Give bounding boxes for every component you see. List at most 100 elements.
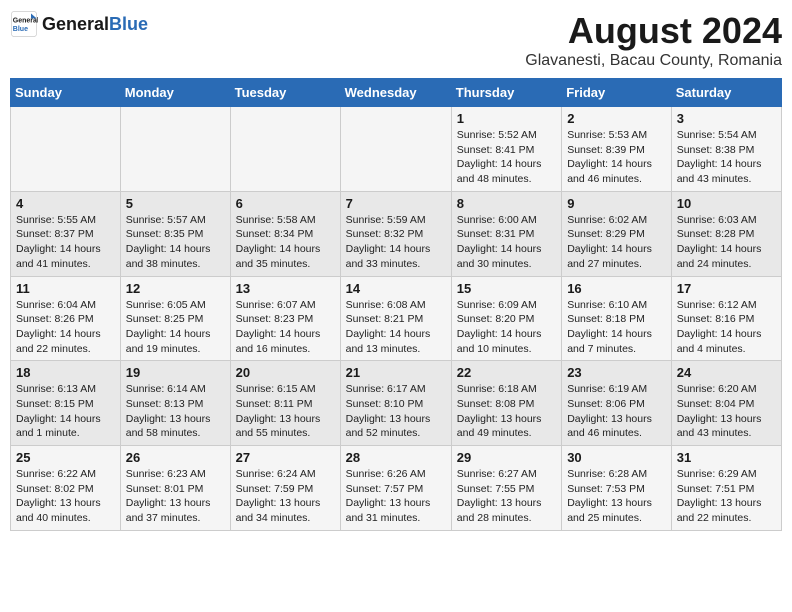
- day-number: 31: [677, 450, 776, 465]
- day-info: Sunrise: 6:24 AM Sunset: 7:59 PM Dayligh…: [236, 468, 321, 524]
- calendar-cell: 7Sunrise: 5:59 AM Sunset: 8:32 PM Daylig…: [340, 191, 451, 276]
- col-header-sunday: Sunday: [11, 79, 121, 107]
- day-info: Sunrise: 6:28 AM Sunset: 7:53 PM Dayligh…: [567, 468, 652, 524]
- calendar-cell: 14 Sunrise: 6:08 AM Sunset: 8:21 PM Dayli…: [340, 276, 451, 361]
- day-info: Sunrise: 6:17 AM Sunset: 8:10 PM Dayligh…: [346, 383, 431, 439]
- calendar-cell: 31 Sunrise: 6:29 AM Sunset: 7:51 PM Dayli…: [671, 446, 781, 531]
- calendar-cell: 25 Sunrise: 6:22 AM Sunset: 8:02 PM Dayli…: [11, 446, 121, 531]
- day-number: 21: [346, 365, 446, 380]
- day-info: Sunrise: 6:04 AM Sunset: 8:26 PM Dayligh…: [16, 299, 101, 355]
- day-info: Sunrise: 6:08 AM Sunset: 8:21 PM Dayligh…: [346, 299, 431, 355]
- col-header-friday: Friday: [562, 79, 672, 107]
- day-number: 8: [457, 196, 556, 211]
- calendar-cell: 24Sunrise: 6:20 AM Sunset: 8:04 PM Dayli…: [671, 361, 781, 446]
- day-info: Sunrise: 6:13 AM Sunset: 8:15 PM Dayligh…: [16, 383, 101, 439]
- day-number: 11: [16, 281, 115, 296]
- day-info: Sunrise: 6:22 AM Sunset: 8:02 PM Dayligh…: [16, 468, 101, 524]
- calendar-cell: 6Sunrise: 5:58 AM Sunset: 8:34 PM Daylig…: [230, 191, 340, 276]
- day-number: 6: [236, 196, 335, 211]
- day-info: Sunrise: 6:19 AM Sunset: 8:06 PM Dayligh…: [567, 383, 652, 439]
- day-info: Sunrise: 5:59 AM Sunset: 8:32 PM Dayligh…: [346, 214, 431, 270]
- day-number: 18: [16, 365, 115, 380]
- day-number: 20: [236, 365, 335, 380]
- calendar-cell: 20 Sunrise: 6:15 AM Sunset: 8:11 PM Dayli…: [230, 361, 340, 446]
- day-info: Sunrise: 5:52 AM Sunset: 8:41 PM Dayligh…: [457, 129, 542, 185]
- calendar-cell: 5 Sunrise: 5:57 AM Sunset: 8:35 PM Daylig…: [120, 191, 230, 276]
- calendar-cell: 28 Sunrise: 6:26 AM Sunset: 7:57 PM Dayli…: [340, 446, 451, 531]
- calendar-cell: 10Sunrise: 6:03 AM Sunset: 8:28 PM Dayli…: [671, 191, 781, 276]
- calendar-cell: 19 Sunrise: 6:14 AM Sunset: 8:13 PM Dayli…: [120, 361, 230, 446]
- day-info: Sunrise: 6:07 AM Sunset: 8:23 PM Dayligh…: [236, 299, 321, 355]
- month-title: August 2024: [525, 10, 782, 52]
- calendar-cell: 3Sunrise: 5:54 AM Sunset: 8:38 PM Daylig…: [671, 107, 781, 192]
- day-info: Sunrise: 6:29 AM Sunset: 7:51 PM Dayligh…: [677, 468, 762, 524]
- calendar-cell: [230, 107, 340, 192]
- calendar-cell: 15 Sunrise: 6:09 AM Sunset: 8:20 PM Dayli…: [451, 276, 561, 361]
- day-number: 24: [677, 365, 776, 380]
- day-number: 26: [126, 450, 225, 465]
- col-header-saturday: Saturday: [671, 79, 781, 107]
- week-row-2: 4 Sunrise: 5:55 AM Sunset: 8:37 PM Daylig…: [11, 191, 782, 276]
- header: General Blue General Blue August 2024 Gl…: [10, 10, 782, 70]
- day-info: Sunrise: 6:03 AM Sunset: 8:28 PM Dayligh…: [677, 214, 762, 270]
- day-number: 19: [126, 365, 225, 380]
- calendar-cell: 21 Sunrise: 6:17 AM Sunset: 8:10 PM Dayli…: [340, 361, 451, 446]
- day-number: 1: [457, 111, 556, 126]
- day-number: 27: [236, 450, 335, 465]
- calendar-cell: 22Sunrise: 6:18 AM Sunset: 8:08 PM Dayli…: [451, 361, 561, 446]
- day-number: 9: [567, 196, 666, 211]
- location-title: Glavanesti, Bacau County, Romania: [525, 52, 782, 70]
- day-number: 25: [16, 450, 115, 465]
- title-area: August 2024 Glavanesti, Bacau County, Ro…: [525, 10, 782, 70]
- week-row-4: 18 Sunrise: 6:13 AM Sunset: 8:15 PM Dayli…: [11, 361, 782, 446]
- calendar-cell: 13Sunrise: 6:07 AM Sunset: 8:23 PM Dayli…: [230, 276, 340, 361]
- day-number: 14: [346, 281, 446, 296]
- day-number: 4: [16, 196, 115, 211]
- logo-icon: General Blue: [10, 10, 38, 38]
- calendar-cell: 1 Sunrise: 5:52 AM Sunset: 8:41 PM Daylig…: [451, 107, 561, 192]
- day-number: 15: [457, 281, 556, 296]
- day-number: 23: [567, 365, 666, 380]
- day-number: 17: [677, 281, 776, 296]
- day-info: Sunrise: 6:09 AM Sunset: 8:20 PM Dayligh…: [457, 299, 542, 355]
- calendar-cell: 30 Sunrise: 6:28 AM Sunset: 7:53 PM Dayli…: [562, 446, 672, 531]
- day-number: 28: [346, 450, 446, 465]
- col-header-tuesday: Tuesday: [230, 79, 340, 107]
- day-info: Sunrise: 5:55 AM Sunset: 8:37 PM Dayligh…: [16, 214, 101, 270]
- day-number: 29: [457, 450, 556, 465]
- calendar-cell: [120, 107, 230, 192]
- calendar-cell: 9 Sunrise: 6:02 AM Sunset: 8:29 PM Daylig…: [562, 191, 672, 276]
- day-number: 22: [457, 365, 556, 380]
- logo-blue-text: Blue: [109, 14, 148, 35]
- svg-text:Blue: Blue: [13, 26, 28, 33]
- day-info: Sunrise: 6:27 AM Sunset: 7:55 PM Dayligh…: [457, 468, 542, 524]
- col-header-thursday: Thursday: [451, 79, 561, 107]
- calendar-cell: 27 Sunrise: 6:24 AM Sunset: 7:59 PM Dayli…: [230, 446, 340, 531]
- svg-text:General: General: [13, 18, 38, 25]
- week-row-5: 25 Sunrise: 6:22 AM Sunset: 8:02 PM Dayli…: [11, 446, 782, 531]
- day-info: Sunrise: 6:05 AM Sunset: 8:25 PM Dayligh…: [126, 299, 211, 355]
- calendar-cell: [340, 107, 451, 192]
- day-info: Sunrise: 6:14 AM Sunset: 8:13 PM Dayligh…: [126, 383, 211, 439]
- calendar-table: SundayMondayTuesdayWednesdayThursdayFrid…: [10, 78, 782, 531]
- day-info: Sunrise: 6:26 AM Sunset: 7:57 PM Dayligh…: [346, 468, 431, 524]
- col-header-monday: Monday: [120, 79, 230, 107]
- calendar-cell: 26 Sunrise: 6:23 AM Sunset: 8:01 PM Dayli…: [120, 446, 230, 531]
- calendar-cell: 17Sunrise: 6:12 AM Sunset: 8:16 PM Dayli…: [671, 276, 781, 361]
- day-number: 3: [677, 111, 776, 126]
- week-row-3: 11 Sunrise: 6:04 AM Sunset: 8:26 PM Dayli…: [11, 276, 782, 361]
- day-info: Sunrise: 6:02 AM Sunset: 8:29 PM Dayligh…: [567, 214, 652, 270]
- day-info: Sunrise: 5:57 AM Sunset: 8:35 PM Dayligh…: [126, 214, 211, 270]
- day-number: 12: [126, 281, 225, 296]
- calendar-cell: 23 Sunrise: 6:19 AM Sunset: 8:06 PM Dayli…: [562, 361, 672, 446]
- calendar-cell: 12 Sunrise: 6:05 AM Sunset: 8:25 PM Dayli…: [120, 276, 230, 361]
- day-number: 2: [567, 111, 666, 126]
- day-number: 16: [567, 281, 666, 296]
- day-info: Sunrise: 6:15 AM Sunset: 8:11 PM Dayligh…: [236, 383, 321, 439]
- logo: General Blue General Blue: [10, 10, 148, 38]
- calendar-cell: 16Sunrise: 6:10 AM Sunset: 8:18 PM Dayli…: [562, 276, 672, 361]
- calendar-cell: [11, 107, 121, 192]
- day-info: Sunrise: 6:23 AM Sunset: 8:01 PM Dayligh…: [126, 468, 211, 524]
- day-number: 5: [126, 196, 225, 211]
- day-number: 30: [567, 450, 666, 465]
